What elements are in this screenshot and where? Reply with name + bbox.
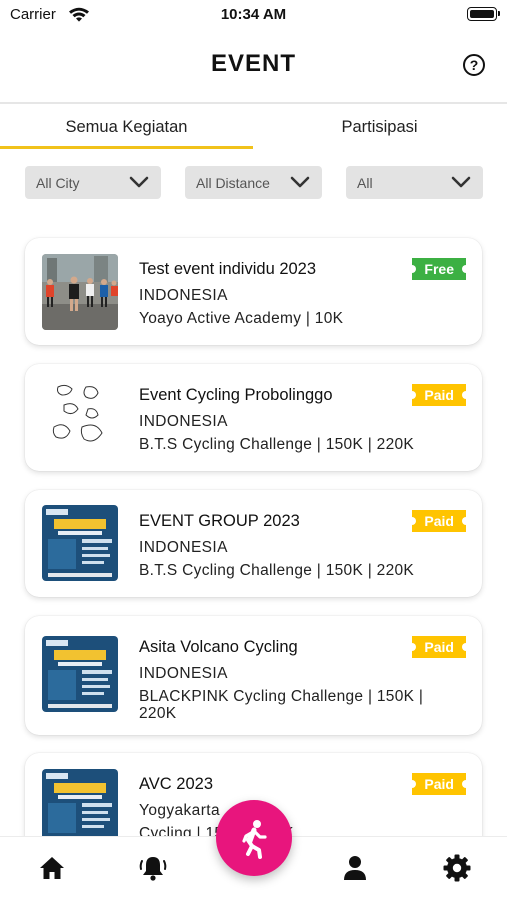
event-thumbnail: [42, 505, 118, 581]
distance-filter-value: All Distance: [196, 175, 270, 191]
price-badge-paid: Paid: [408, 636, 470, 658]
help-button[interactable]: ?: [463, 54, 485, 76]
chevron-down-icon: [290, 176, 310, 188]
chevron-down-icon: [451, 176, 471, 188]
event-title: Test event individu 2023: [139, 260, 317, 278]
event-thumbnail: [42, 636, 118, 712]
event-details: B.T.S Cycling Challenge | 150K | 220K: [139, 562, 415, 579]
event-thumbnail: [42, 379, 118, 455]
event-details: B.T.S Cycling Challenge | 150K | 220K: [139, 436, 415, 453]
tab-semua-kegiatan[interactable]: Semua Kegiatan: [0, 104, 253, 150]
event-location: INDONESIA: [139, 413, 228, 430]
event-card[interactable]: Asita Volcano Cycling Paid INDONESIA BLA…: [25, 616, 482, 735]
page-title: EVENT: [210, 50, 296, 77]
price-badge-paid: Paid: [408, 510, 470, 532]
event-location: INDONESIA: [139, 539, 228, 556]
city-filter-value: All City: [36, 175, 80, 191]
city-filter-dropdown[interactable]: All City: [25, 166, 161, 199]
event-thumbnail: [42, 769, 118, 845]
event-thumbnail: [42, 254, 118, 330]
event-card[interactable]: Event Cycling Probolinggo Paid INDONESIA…: [25, 364, 482, 471]
event-title: EVENT GROUP 2023: [139, 512, 300, 530]
event-title: Event Cycling Probolinggo: [139, 386, 333, 404]
clock: 10:34 AM: [220, 6, 287, 23]
price-badge-paid: Paid: [408, 773, 470, 795]
type-filter-value: All: [357, 175, 373, 191]
battery-icon: [467, 7, 500, 21]
event-details: BLACKPINK Cycling Challenge | 150K | 220…: [139, 688, 424, 722]
status-bar: Carrier 10:34 AM: [0, 0, 507, 32]
type-filter-dropdown[interactable]: All: [346, 166, 483, 199]
start-activity-button[interactable]: [216, 800, 292, 876]
event-details: Yoayo Active Academy | 10K: [139, 310, 344, 327]
gear-icon[interactable]: [442, 853, 472, 883]
event-title: AVC 2023: [139, 775, 213, 793]
question-mark-icon: ?: [469, 57, 479, 73]
distance-filter-dropdown[interactable]: All Distance: [185, 166, 322, 199]
tab-partisipasi[interactable]: Partisipasi: [253, 104, 506, 150]
bell-icon[interactable]: [138, 853, 168, 883]
running-person-icon: [242, 820, 267, 859]
home-icon[interactable]: [37, 853, 67, 883]
tab-bar: Semua Kegiatan Partisipasi: [0, 104, 507, 150]
user-icon[interactable]: [340, 853, 370, 883]
price-badge-free: Free: [408, 258, 470, 280]
event-title: Asita Volcano Cycling: [139, 638, 298, 656]
chevron-down-icon: [129, 176, 149, 188]
event-location: Yogyakarta: [139, 802, 220, 819]
event-location: INDONESIA: [139, 287, 228, 304]
event-card[interactable]: EVENT GROUP 2023 Paid INDONESIA B.T.S Cy…: [25, 490, 482, 597]
event-location: INDONESIA: [139, 665, 228, 682]
event-card[interactable]: Test event individu 2023 Free INDONESIA …: [25, 238, 482, 345]
header: EVENT ?: [0, 32, 507, 102]
price-badge-paid: Paid: [408, 384, 470, 406]
active-tab-indicator: [0, 146, 253, 149]
